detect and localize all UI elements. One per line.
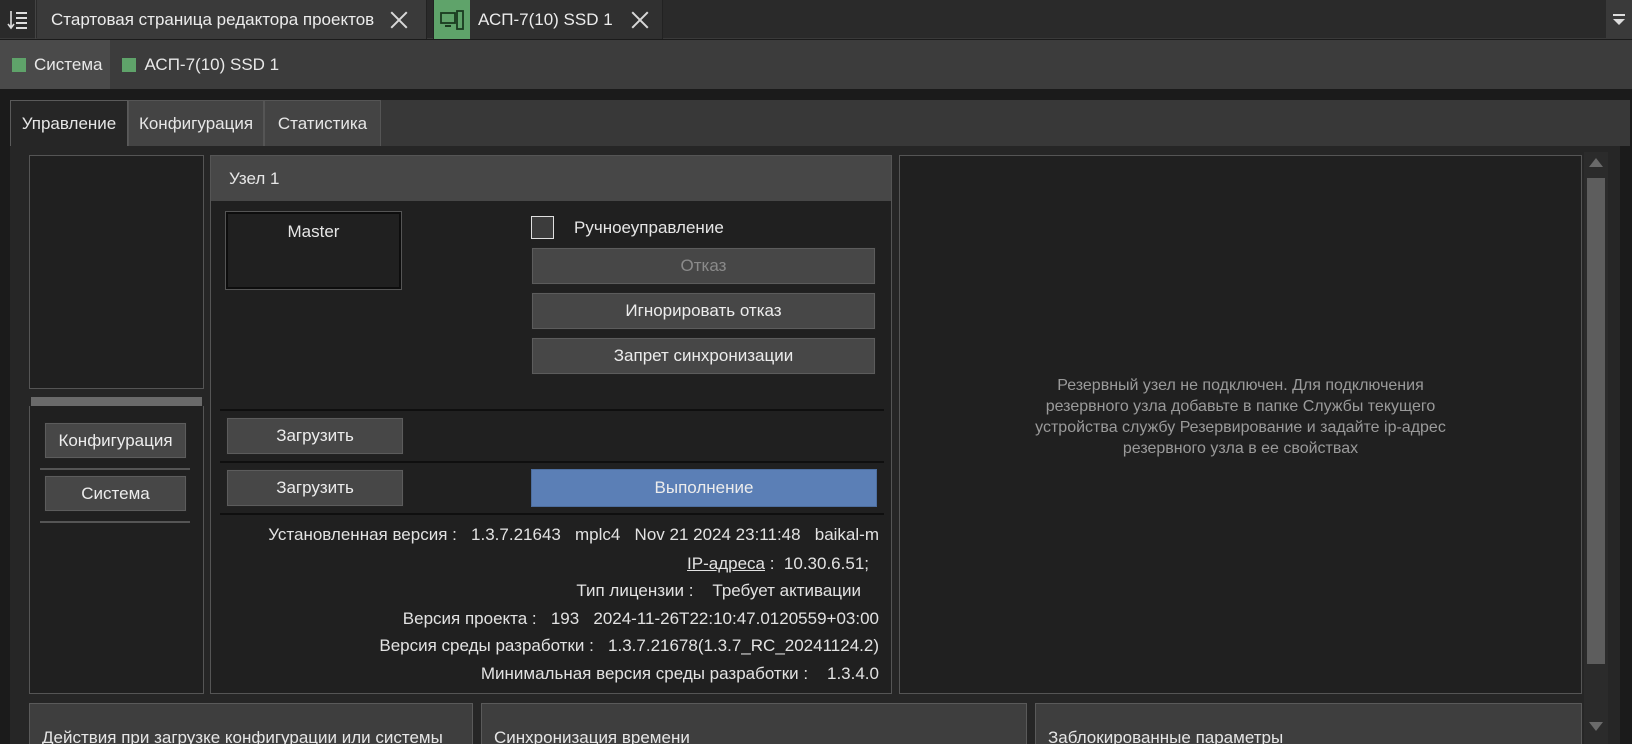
node-header: Узел 1 (211, 156, 891, 201)
load-button-2[interactable]: Загрузить (226, 469, 404, 507)
scrollbar-thumb[interactable] (1587, 178, 1605, 664)
left-preview-panel (29, 155, 204, 389)
min-ide-version-label: Минимальная версия среды разработки : (480, 664, 809, 683)
left-panel-splitter[interactable] (31, 397, 202, 406)
document-tab-bar: Стартовая страница редактора проектов АС… (0, 0, 1632, 39)
breadcrumb: Система АСП-7(10) SSD 1 (0, 40, 1632, 89)
divider (220, 461, 884, 463)
tab-label: Управление (21, 113, 117, 133)
project-version-row: Версия проекта : 193 2024-11-26T22:10:47… (403, 609, 879, 629)
button-label: Игнорировать отказ (625, 301, 782, 320)
ide-version-row: Версия среды разработки : 1.3.7.21678(1.… (379, 636, 879, 656)
close-icon[interactable] (629, 9, 651, 31)
tab-control[interactable]: Управление (10, 100, 128, 146)
ide-version-value: 1.3.7.21678(1.3.7_RC_20241124.2) (608, 636, 879, 655)
sync-block-button[interactable]: Запрет синхронизации (531, 337, 876, 375)
breadcrumb-item-device[interactable]: АСП-7(10) SSD 1 (110, 40, 287, 89)
button-label: Конфигурация (58, 430, 173, 450)
min-ide-version-row: Минимальная версия среды разработки : 1.… (481, 664, 879, 684)
button-label: Загрузить (276, 478, 354, 497)
configuration-button[interactable]: Конфигурация (44, 422, 187, 459)
panel-title: Заблокированные параметры (1048, 728, 1284, 744)
license-value: Требует активации (712, 581, 861, 600)
installed-version-label: Установленная версия : (268, 525, 457, 544)
breadcrumb-label: АСП-7(10) SSD 1 (144, 54, 280, 74)
tab-label: Конфигурация (138, 113, 254, 133)
left-nav-panel: Конфигурация Система (29, 406, 204, 694)
installed-version-value: 1.3.7.21643 mplc4 Nov 21 2024 23:11:48 b… (471, 525, 879, 544)
node-panel: Узел 1 Master Ручноеуправление Отказ Игн… (210, 155, 892, 694)
node-role-box: Master (226, 212, 401, 289)
tab-overflow-button[interactable] (1606, 0, 1632, 39)
device-icon (434, 0, 470, 39)
checkbox-box (531, 216, 554, 239)
node-role: Master (287, 222, 340, 241)
breadcrumb-item-system[interactable]: Система (0, 40, 111, 89)
reserve-node-panel: Резервный узел не подключен. Для подключ… (899, 155, 1582, 694)
button-label: Запрет синхронизации (613, 346, 794, 365)
license-row: Тип лицензии : Требует активации (576, 581, 861, 601)
load-button-1[interactable]: Загрузить (226, 417, 404, 455)
vertical-scrollbar[interactable] (1584, 152, 1608, 744)
time-sync-panel[interactable]: Синхронизация времени (481, 703, 1027, 744)
scroll-up-arrow-icon[interactable] (1589, 158, 1603, 167)
ide-version-label: Версия среды разработки : (379, 636, 594, 655)
main-tab-bar: Управление Конфигурация Статистика (10, 100, 1630, 146)
fail-button[interactable]: Отказ (531, 247, 876, 285)
manual-control-checkbox[interactable]: Ручноеуправление (531, 216, 724, 239)
status-square-icon (122, 57, 137, 72)
chevron-down-icon (1613, 13, 1625, 25)
manual-control-label: Ручноеуправление (574, 217, 724, 237)
doc-tab-device[interactable]: АСП-7(10) SSD 1 (433, 0, 663, 39)
ip-row: IP-адреса : 10.30.6.51; (687, 554, 869, 574)
tab-label: Статистика (277, 113, 368, 133)
load-actions-panel[interactable]: Действия при загрузке конфигурации или с… (29, 703, 473, 744)
doc-tab-label: АСП-7(10) SSD 1 (478, 9, 613, 29)
tab-configuration[interactable]: Конфигурация (128, 100, 264, 146)
panel-title: Синхронизация времени (494, 728, 690, 744)
tab-statistics[interactable]: Статистика (264, 100, 381, 146)
project-version-label: Версия проекта : (402, 609, 537, 628)
doc-tab-label: Стартовая страница редактора проектов (51, 9, 375, 29)
run-button[interactable]: Выполнение (531, 469, 877, 507)
list-sort-icon (6, 10, 27, 29)
tab-list-menu-button[interactable] (0, 0, 36, 39)
installed-version-row: Установленная версия : 1.3.7.21643 mplc4… (268, 525, 879, 545)
ip-addresses-link[interactable]: IP-адреса (687, 554, 765, 573)
ignore-fail-button[interactable]: Игнорировать отказ (531, 292, 876, 330)
node-title: Узел 1 (229, 168, 280, 188)
divider (220, 513, 884, 515)
scroll-down-arrow-icon[interactable] (1589, 722, 1603, 731)
button-label: Отказ (680, 256, 727, 275)
panel-title: Действия при загрузке конфигурации или с… (42, 728, 443, 744)
button-label: Система (81, 483, 150, 503)
breadcrumb-label: Система (34, 54, 103, 74)
license-label: Тип лицензии : (576, 581, 694, 600)
divider (40, 468, 190, 470)
close-icon[interactable] (388, 9, 410, 31)
min-ide-version-value: 1.3.4.0 (827, 664, 879, 683)
system-button[interactable]: Система (44, 475, 187, 512)
doc-tab-start-page[interactable]: Стартовая страница редактора проектов (37, 0, 427, 39)
ip-value: : 10.30.6.51; (769, 554, 869, 573)
divider (40, 521, 190, 523)
button-label: Выполнение (654, 478, 754, 497)
status-square-icon (12, 57, 26, 72)
button-label: Загрузить (276, 426, 354, 445)
blocked-params-panel[interactable]: Заблокированные параметры (1035, 703, 1582, 744)
project-version-value: 193 2024-11-26T22:10:47.0120559+03:00 (550, 609, 879, 628)
reserve-node-message: Резервный узел не подключен. Для подключ… (1035, 376, 1446, 457)
divider (220, 409, 884, 411)
